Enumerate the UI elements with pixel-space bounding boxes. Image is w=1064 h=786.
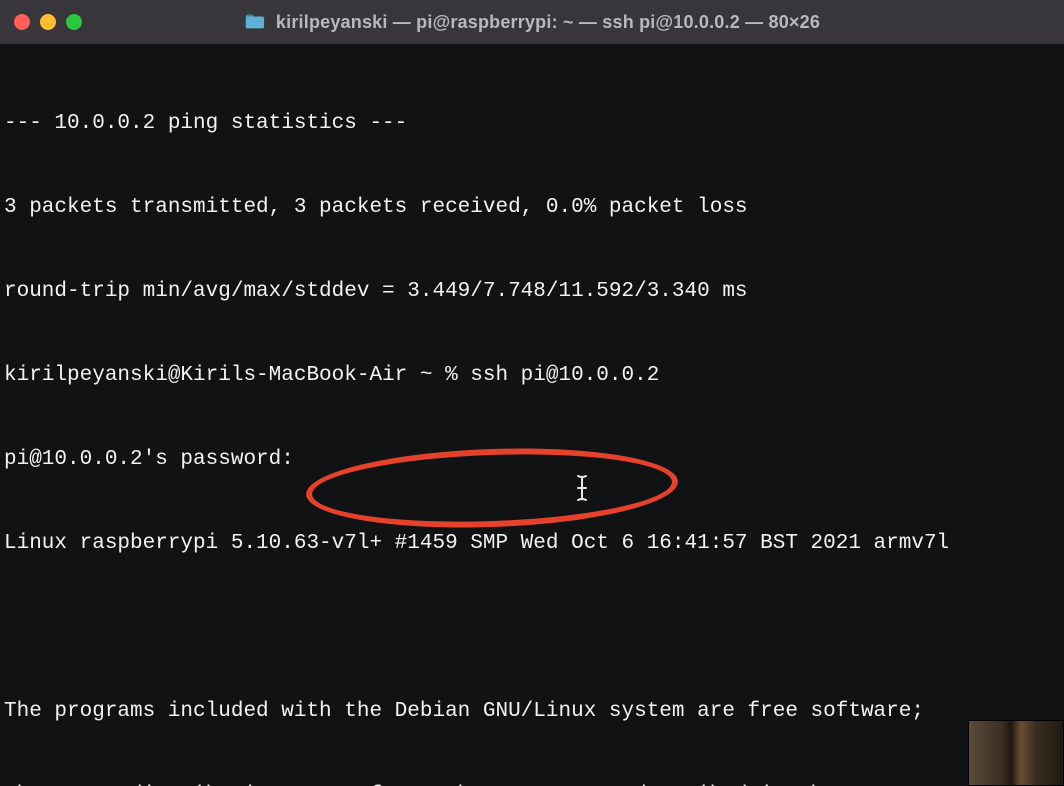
- terminal-line: kirilpeyanski@Kirils-MacBook-Air ~ % ssh…: [4, 362, 1058, 390]
- terminal-line: The programs included with the Debian GN…: [4, 698, 1058, 726]
- terminal-line: pi@10.0.0.2's password:: [4, 446, 1058, 474]
- terminal-line: Linux raspberrypi 5.10.63-v7l+ #1459 SMP…: [4, 530, 1058, 558]
- terminal-line: the exact distribution terms for each pr…: [4, 782, 1058, 786]
- pip-thumbnail[interactable]: [968, 720, 1064, 786]
- maximize-window-button[interactable]: [66, 14, 82, 30]
- terminal-blank-line: [4, 614, 1058, 642]
- home-folder-icon: [244, 11, 266, 33]
- terminal-line: 3 packets transmitted, 3 packets receive…: [4, 194, 1058, 222]
- minimize-window-button[interactable]: [40, 14, 56, 30]
- terminal-output[interactable]: --- 10.0.0.2 ping statistics --- 3 packe…: [0, 44, 1064, 786]
- close-window-button[interactable]: [14, 14, 30, 30]
- terminal-line: --- 10.0.0.2 ping statistics ---: [4, 110, 1058, 138]
- window-controls: [14, 14, 82, 30]
- window-title-group: kirilpeyanski — pi@raspberrypi: ~ — ssh …: [244, 11, 820, 33]
- titlebar: kirilpeyanski — pi@raspberrypi: ~ — ssh …: [0, 0, 1064, 44]
- terminal-line: round-trip min/avg/max/stddev = 3.449/7.…: [4, 278, 1058, 306]
- window-title: kirilpeyanski — pi@raspberrypi: ~ — ssh …: [276, 12, 820, 33]
